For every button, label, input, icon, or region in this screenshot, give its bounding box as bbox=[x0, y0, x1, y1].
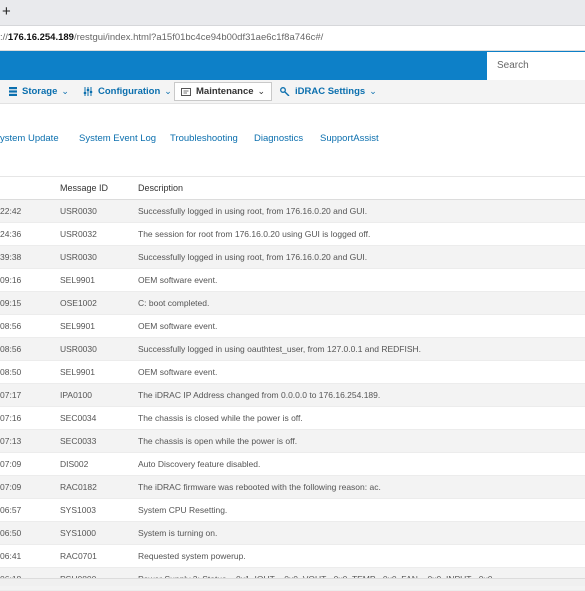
log-time-cell: 07:09 bbox=[0, 482, 22, 492]
menu-storage-label: Storage bbox=[22, 86, 58, 97]
message-id-cell: SYS1003 bbox=[60, 505, 96, 515]
new-tab-button[interactable]: + bbox=[2, 3, 11, 21]
message-id-cell: USR0030 bbox=[60, 252, 97, 262]
table-row[interactable]: 07:17 IPA0100 The iDRAC IP Address changed… bbox=[0, 384, 585, 407]
message-id-cell: SEC0033 bbox=[60, 436, 97, 446]
log-time-cell: 07:17 bbox=[0, 390, 22, 400]
description-cell: Auto Discovery feature disabled. bbox=[138, 459, 261, 469]
menu-maintenance-label: Maintenance bbox=[196, 86, 254, 97]
log-time-cell: 24:36 bbox=[0, 229, 22, 239]
table-row[interactable]: 07:09 RAC0182 The iDRAC firmware was reboo… bbox=[0, 476, 585, 499]
description-cell: The iDRAC firmware was rebooted with the… bbox=[138, 482, 381, 492]
tab-diagnostics[interactable]: Diagnostics bbox=[254, 133, 303, 144]
table-row[interactable]: 07:16 SEC0034 The chassis is closed while … bbox=[0, 407, 585, 430]
tab-system-update[interactable]: ystem Update bbox=[0, 133, 59, 144]
table-row[interactable]: 06:57 SYS1003 System CPU Resetting. bbox=[0, 499, 585, 522]
menu-idrac-settings[interactable]: iDRAC Settings ⌄ bbox=[280, 80, 377, 103]
table-row[interactable]: 08:56 USR0030 Successfully logged in using… bbox=[0, 338, 585, 361]
description-cell: The session for root from 176.16.0.20 us… bbox=[138, 229, 371, 239]
monitor-icon bbox=[181, 87, 191, 96]
url-host: 176.16.254.189 bbox=[7, 32, 74, 43]
log-time-cell: 39:38 bbox=[0, 252, 22, 262]
key-settings-icon bbox=[280, 87, 290, 96]
tab-supportassist[interactable]: SupportAssist bbox=[320, 133, 379, 144]
message-id-cell: SEL9901 bbox=[60, 367, 95, 377]
url-path: /restgui/index.html?a15f01bc4ce94b00df31… bbox=[73, 32, 324, 43]
message-id-cell: RAC0182 bbox=[60, 482, 97, 492]
message-id-cell: RAC0701 bbox=[60, 551, 97, 561]
table-row[interactable]: 09:16 SEL9901 OEM software event. bbox=[0, 269, 585, 292]
message-id-cell: SEC0034 bbox=[60, 413, 97, 423]
log-time-cell: 06:50 bbox=[0, 528, 22, 538]
chevron-down-icon: ⌄ bbox=[369, 86, 377, 96]
menu-storage[interactable]: Storage ⌄ bbox=[9, 80, 69, 103]
log-time-cell: 09:15 bbox=[0, 298, 22, 308]
description-cell: Successfully logged in using root, from … bbox=[138, 252, 368, 262]
table-body: 22:42 USR0030 Successfully logged in using… bbox=[0, 200, 585, 591]
table-row[interactable]: 06:50 SYS1000 System is turning on. bbox=[0, 522, 585, 545]
description-cell: The chassis is closed while the power is… bbox=[138, 413, 303, 423]
message-id-cell: USR0032 bbox=[60, 229, 97, 239]
column-header-message-id[interactable]: Message ID bbox=[60, 177, 108, 199]
chevron-down-icon: ⌄ bbox=[257, 86, 266, 96]
description-cell: The chassis is open while the power is o… bbox=[138, 436, 298, 446]
message-id-cell: USR0030 bbox=[60, 206, 97, 216]
table-row[interactable]: 07:09 DIS002 Auto Discovery feature disabl… bbox=[0, 453, 585, 476]
log-time-cell: 09:16 bbox=[0, 275, 22, 285]
description-cell: OEM software event. bbox=[138, 275, 218, 285]
log-time-cell: 07:13 bbox=[0, 436, 22, 446]
log-time-cell: 08:56 bbox=[0, 321, 22, 331]
message-id-cell: SEL9901 bbox=[60, 321, 95, 331]
menu-configuration[interactable]: Configuration ⌄ bbox=[83, 80, 172, 103]
search-input[interactable]: Search bbox=[487, 51, 585, 80]
chevron-down-icon: ⌄ bbox=[61, 86, 69, 96]
table-row[interactable]: 08:50 SEL9901 OEM software event. bbox=[0, 361, 585, 384]
description-cell: The iDRAC IP Address changed from 0.0.0.… bbox=[138, 390, 381, 400]
address-bar[interactable]: ://176.16.254.189/restgui/index.html?a15… bbox=[0, 26, 585, 51]
column-header-description[interactable]: Description bbox=[138, 177, 183, 199]
table-row[interactable]: 39:38 USR0030 Successfully logged in using… bbox=[0, 246, 585, 269]
url-prefix: :// bbox=[0, 32, 8, 43]
table-row[interactable]: 22:42 USR0030 Successfully logged in using… bbox=[0, 200, 585, 223]
table-header: Message ID Description bbox=[0, 176, 585, 200]
description-cell: C: boot completed. bbox=[138, 298, 210, 308]
description-cell: OEM software event. bbox=[138, 321, 218, 331]
menu-idrac-settings-label: iDRAC Settings bbox=[295, 86, 366, 97]
table-row[interactable]: 08:56 SEL9901 OEM software event. bbox=[0, 315, 585, 338]
description-cell: Successfully logged in using root, from … bbox=[138, 206, 368, 216]
log-time-cell: 06:41 bbox=[0, 551, 22, 561]
log-time-cell: 07:16 bbox=[0, 413, 22, 423]
browser-tab-strip: + bbox=[0, 0, 585, 26]
menu-configuration-label: Configuration bbox=[98, 86, 161, 97]
message-id-cell: USR0030 bbox=[60, 344, 97, 354]
log-time-cell: 08:56 bbox=[0, 344, 22, 354]
description-cell: System CPU Resetting. bbox=[138, 505, 228, 515]
sliders-icon bbox=[83, 87, 93, 96]
tab-troubleshooting[interactable]: Troubleshooting bbox=[170, 133, 238, 144]
table-row[interactable]: 06:41 RAC0701 Requested system powerup. bbox=[0, 545, 585, 568]
chevron-down-icon: ⌄ bbox=[164, 86, 172, 96]
main-menu-bar: Storage ⌄ Configuration ⌄ Maintenance ⌄ … bbox=[0, 80, 585, 104]
event-log-table: Message ID Description 22:42 USR0030 Succe… bbox=[0, 176, 585, 591]
log-time-cell: 08:50 bbox=[0, 367, 22, 377]
table-row[interactable]: 09:15 OSE1002 C: boot completed. bbox=[0, 292, 585, 315]
message-id-cell: OSE1002 bbox=[60, 298, 97, 308]
table-row[interactable]: 07:13 SEC0033 The chassis is open while th… bbox=[0, 430, 585, 453]
log-time-cell: 22:42 bbox=[0, 206, 22, 216]
log-time-cell: 07:09 bbox=[0, 459, 22, 469]
table-row[interactable]: 24:36 USR0032 The session for root from 17… bbox=[0, 223, 585, 246]
message-id-cell: IPA0100 bbox=[60, 390, 92, 400]
log-time-cell: 06:57 bbox=[0, 505, 22, 515]
storage-icon bbox=[9, 87, 17, 96]
tab-system-event-log[interactable]: System Event Log bbox=[79, 133, 156, 144]
message-id-cell: SEL9901 bbox=[60, 275, 95, 285]
message-id-cell: SYS1000 bbox=[60, 528, 96, 538]
description-cell: Requested system powerup. bbox=[138, 551, 246, 561]
description-cell: OEM software event. bbox=[138, 367, 218, 377]
message-id-cell: DIS002 bbox=[60, 459, 89, 469]
description-cell: System is turning on. bbox=[138, 528, 218, 538]
menu-maintenance[interactable]: Maintenance ⌄ bbox=[174, 82, 273, 101]
description-cell: Successfully logged in using oauthtest_u… bbox=[138, 344, 422, 354]
